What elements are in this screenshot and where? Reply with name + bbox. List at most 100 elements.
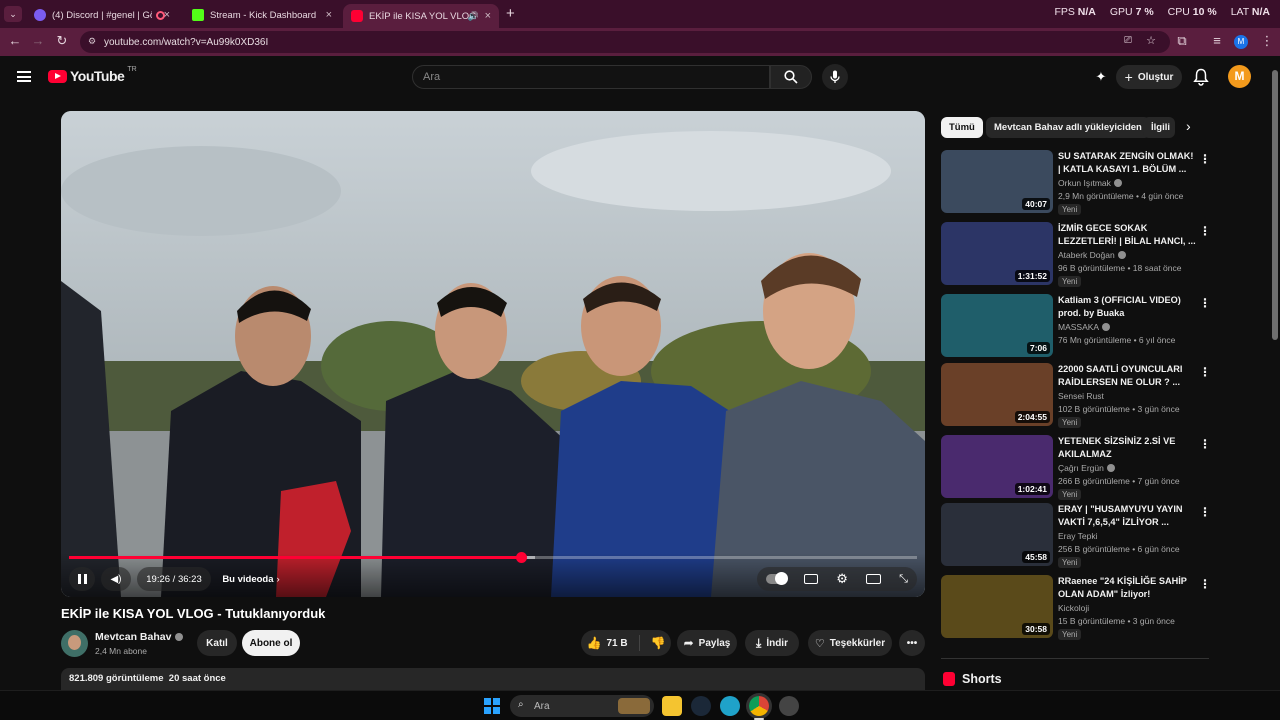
recommendation-title[interactable]: YETENEK SİZSİNİZ 2.Sİ VE AKILALMAZ SİHİR… (1058, 435, 1196, 461)
download-button[interactable]: ⤓ İndir (745, 630, 799, 656)
recommendation-item[interactable]: 7:06 Katliam 3 (OFFICIAL VIDEO) prod. by … (941, 294, 1216, 360)
play-pause-button[interactable] (69, 567, 95, 591)
extensions-icon[interactable]: ⧉ (1173, 33, 1191, 49)
audio-playing-icon[interactable]: 🔊 (468, 11, 479, 22)
search-input[interactable]: Ara (412, 65, 770, 89)
browser-tab-discord[interactable]: (4) Discord | #genel | Göktü × (26, 4, 178, 26)
notifications-bell-icon[interactable] (1193, 68, 1209, 86)
more-options-icon[interactable]: ⋮ (1199, 577, 1211, 591)
settings-gear-icon[interactable]: ⚙ (836, 571, 848, 587)
browser-tab-youtube[interactable]: EKİP ile KISA YOL VLOG - Tu 🔊 × (343, 4, 499, 28)
taskbar-search-input[interactable]: ⌕ Ara (510, 695, 654, 717)
volume-button[interactable]: ◀) (101, 567, 131, 591)
install-app-icon[interactable]: ⎚ (1124, 35, 1132, 46)
tab-close-icon[interactable]: × (485, 10, 491, 22)
theater-mode-icon[interactable] (865, 574, 881, 584)
reload-icon[interactable]: ↻ (53, 33, 71, 49)
new-tab-button[interactable]: + (506, 5, 515, 22)
thumbs-down-icon[interactable]: 👎 (651, 636, 666, 650)
page-scrollbar[interactable] (1269, 60, 1280, 690)
chip-all[interactable]: Tümü (941, 117, 983, 138)
hamburger-menu-icon[interactable] (17, 71, 31, 82)
recommendation-item[interactable]: 40:07 SU SATARAK ZENGİN OLMAK! | KATLA KA… (941, 150, 1216, 216)
more-options-icon[interactable]: ⋮ (1199, 224, 1211, 238)
recommendation-channel[interactable]: Sensei Rust (1058, 391, 1104, 401)
youtube-logo[interactable]: YouTube TR (48, 66, 137, 84)
forward-arrow-icon[interactable]: → (29, 33, 47, 48)
tab-close-icon[interactable]: × (326, 9, 332, 21)
recommendation-channel[interactable]: Eray Tepki (1058, 531, 1098, 541)
chip-from-uploader[interactable]: Mevtcan Bahav adlı yükleyiciden (986, 117, 1150, 138)
shorts-logo-icon (943, 672, 955, 686)
recommendation-channel[interactable]: Ataberk Doğan (1058, 250, 1126, 260)
more-options-icon[interactable]: ⋮ (1199, 437, 1211, 451)
video-thumbnail[interactable]: 1:31:52 (941, 222, 1053, 285)
recommendation-channel[interactable]: Çağrı Ergün (1058, 463, 1115, 473)
channel-avatar[interactable] (61, 630, 88, 657)
progress-bar[interactable] (69, 556, 917, 559)
scrollbar-thumb[interactable] (1272, 70, 1278, 340)
fullscreen-exit-icon[interactable]: ⤡ (899, 573, 908, 586)
subtitles-icon[interactable] (804, 574, 819, 584)
kick-extension-icon[interactable]: ✦ (1093, 69, 1109, 85)
recommendation-title[interactable]: ERAY | "HUSAMYUYU YAYIN VAKTİ 7,6,5,4" İ… (1058, 503, 1196, 529)
voice-search-button[interactable] (822, 64, 848, 90)
file-explorer-icon[interactable] (662, 696, 682, 716)
windows-start-icon[interactable] (484, 698, 500, 714)
join-button[interactable]: Katıl (197, 630, 237, 656)
video-thumbnail[interactable]: 30:58 (941, 575, 1053, 638)
steam-icon[interactable] (691, 696, 711, 716)
edge-browser-icon[interactable] (720, 696, 740, 716)
recommendation-channel[interactable]: MASSAKA (1058, 322, 1111, 332)
video-player[interactable]: ◀) 19:26 / 36:23 Bu videoda › ⚙ ⤡ (61, 111, 925, 597)
chapters-button[interactable]: Bu videoda › (219, 567, 283, 591)
more-actions-button[interactable]: ••• (899, 630, 925, 656)
recommendation-title[interactable]: SU SATARAK ZENGİN OLMAK! | KATLA KASAYI … (1058, 150, 1196, 176)
recommendation-item[interactable]: 45:58 ERAY | "HUSAMYUYU YAYIN VAKTİ 7,6,5… (941, 503, 1216, 569)
recommendation-title[interactable]: RRaenee "24 KİŞİLİĞE SAHİP OLAN ADAM" İz… (1058, 575, 1196, 601)
address-bar[interactable]: ⚙ youtube.com/watch?v=Au99k0XD36I ⎚ ☆ (80, 31, 1170, 53)
more-options-icon[interactable]: ⋮ (1199, 296, 1211, 310)
recommendation-channel[interactable]: Kickoloji (1058, 603, 1089, 613)
recommendation-channel[interactable]: Orkun Işıtmak (1058, 178, 1122, 188)
video-thumbnail[interactable]: 40:07 (941, 150, 1053, 213)
search-button[interactable] (770, 65, 812, 89)
media-controls-icon[interactable]: ≡ (1208, 33, 1226, 48)
channel-row: Mevtcan Bahav 2,4 Mn abone Katıl Abone o… (61, 630, 925, 658)
subscribe-button[interactable]: Abone ol (242, 630, 300, 656)
recommendation-title[interactable]: İZMİR GECE SOKAK LEZZETLERİ! | BİLAL HAN… (1058, 222, 1196, 248)
browser-tab-kick[interactable]: Stream - Kick Dashboard × (184, 4, 340, 26)
chip-related[interactable]: İlgili (1143, 117, 1175, 138)
recommendation-title[interactable]: 22000 SAATLİ OYUNCULARI RAİDLERSEN NE OL… (1058, 363, 1196, 389)
tab-close-icon[interactable]: × (164, 9, 170, 21)
recommendation-title[interactable]: Katliam 3 (OFFICIAL VIDEO) prod. by Buak… (1058, 294, 1196, 320)
chrome-browser-icon[interactable] (749, 696, 769, 716)
back-arrow-icon[interactable]: ← (6, 33, 24, 48)
account-avatar[interactable]: M (1228, 65, 1251, 88)
thanks-button[interactable]: ♡ Teşekkürler (808, 630, 892, 656)
description-box[interactable]: 821.809 görüntüleme 20 saat önce (61, 668, 925, 690)
like-button[interactable]: 👍 71 B (586, 636, 627, 650)
video-thumbnail[interactable]: 7:06 (941, 294, 1053, 357)
more-options-icon[interactable]: ⋮ (1199, 365, 1211, 379)
tab-search-dropdown[interactable]: ⌄ (4, 6, 22, 22)
share-button[interactable]: ➦ Paylaş (677, 630, 737, 656)
recommendation-item[interactable]: 1:31:52 İZMİR GECE SOKAK LEZZETLERİ! | Bİ… (941, 222, 1216, 288)
bookmark-star-icon[interactable]: ☆ (1146, 34, 1156, 47)
recommendation-item[interactable]: 2:04:55 22000 SAATLİ OYUNCULARI RAİDLERSE… (941, 363, 1216, 429)
site-info-icon[interactable]: ⚙ (88, 36, 96, 47)
autoplay-toggle[interactable] (766, 572, 789, 585)
profile-avatar[interactable]: M (1234, 35, 1248, 49)
app-icon[interactable] (779, 696, 799, 716)
channel-name[interactable]: Mevtcan Bahav (95, 631, 184, 643)
recommendation-item[interactable]: 30:58 RRaenee "24 KİŞİLİĞE SAHİP OLAN ADA… (941, 575, 1216, 641)
video-thumbnail[interactable]: 45:58 (941, 503, 1053, 566)
chip-scroll-right-icon[interactable]: › (1186, 118, 1191, 134)
video-thumbnail[interactable]: 2:04:55 (941, 363, 1053, 426)
more-options-icon[interactable]: ⋮ (1199, 505, 1211, 519)
video-thumbnail[interactable]: 1:02:41 (941, 435, 1053, 498)
create-button[interactable]: + Oluştur (1116, 65, 1182, 89)
browser-menu-icon[interactable]: ⋮ (1258, 33, 1276, 49)
recommendation-item[interactable]: 1:02:41 YETENEK SİZSİNİZ 2.Sİ VE AKILALMA… (941, 435, 1216, 501)
more-options-icon[interactable]: ⋮ (1199, 152, 1211, 166)
